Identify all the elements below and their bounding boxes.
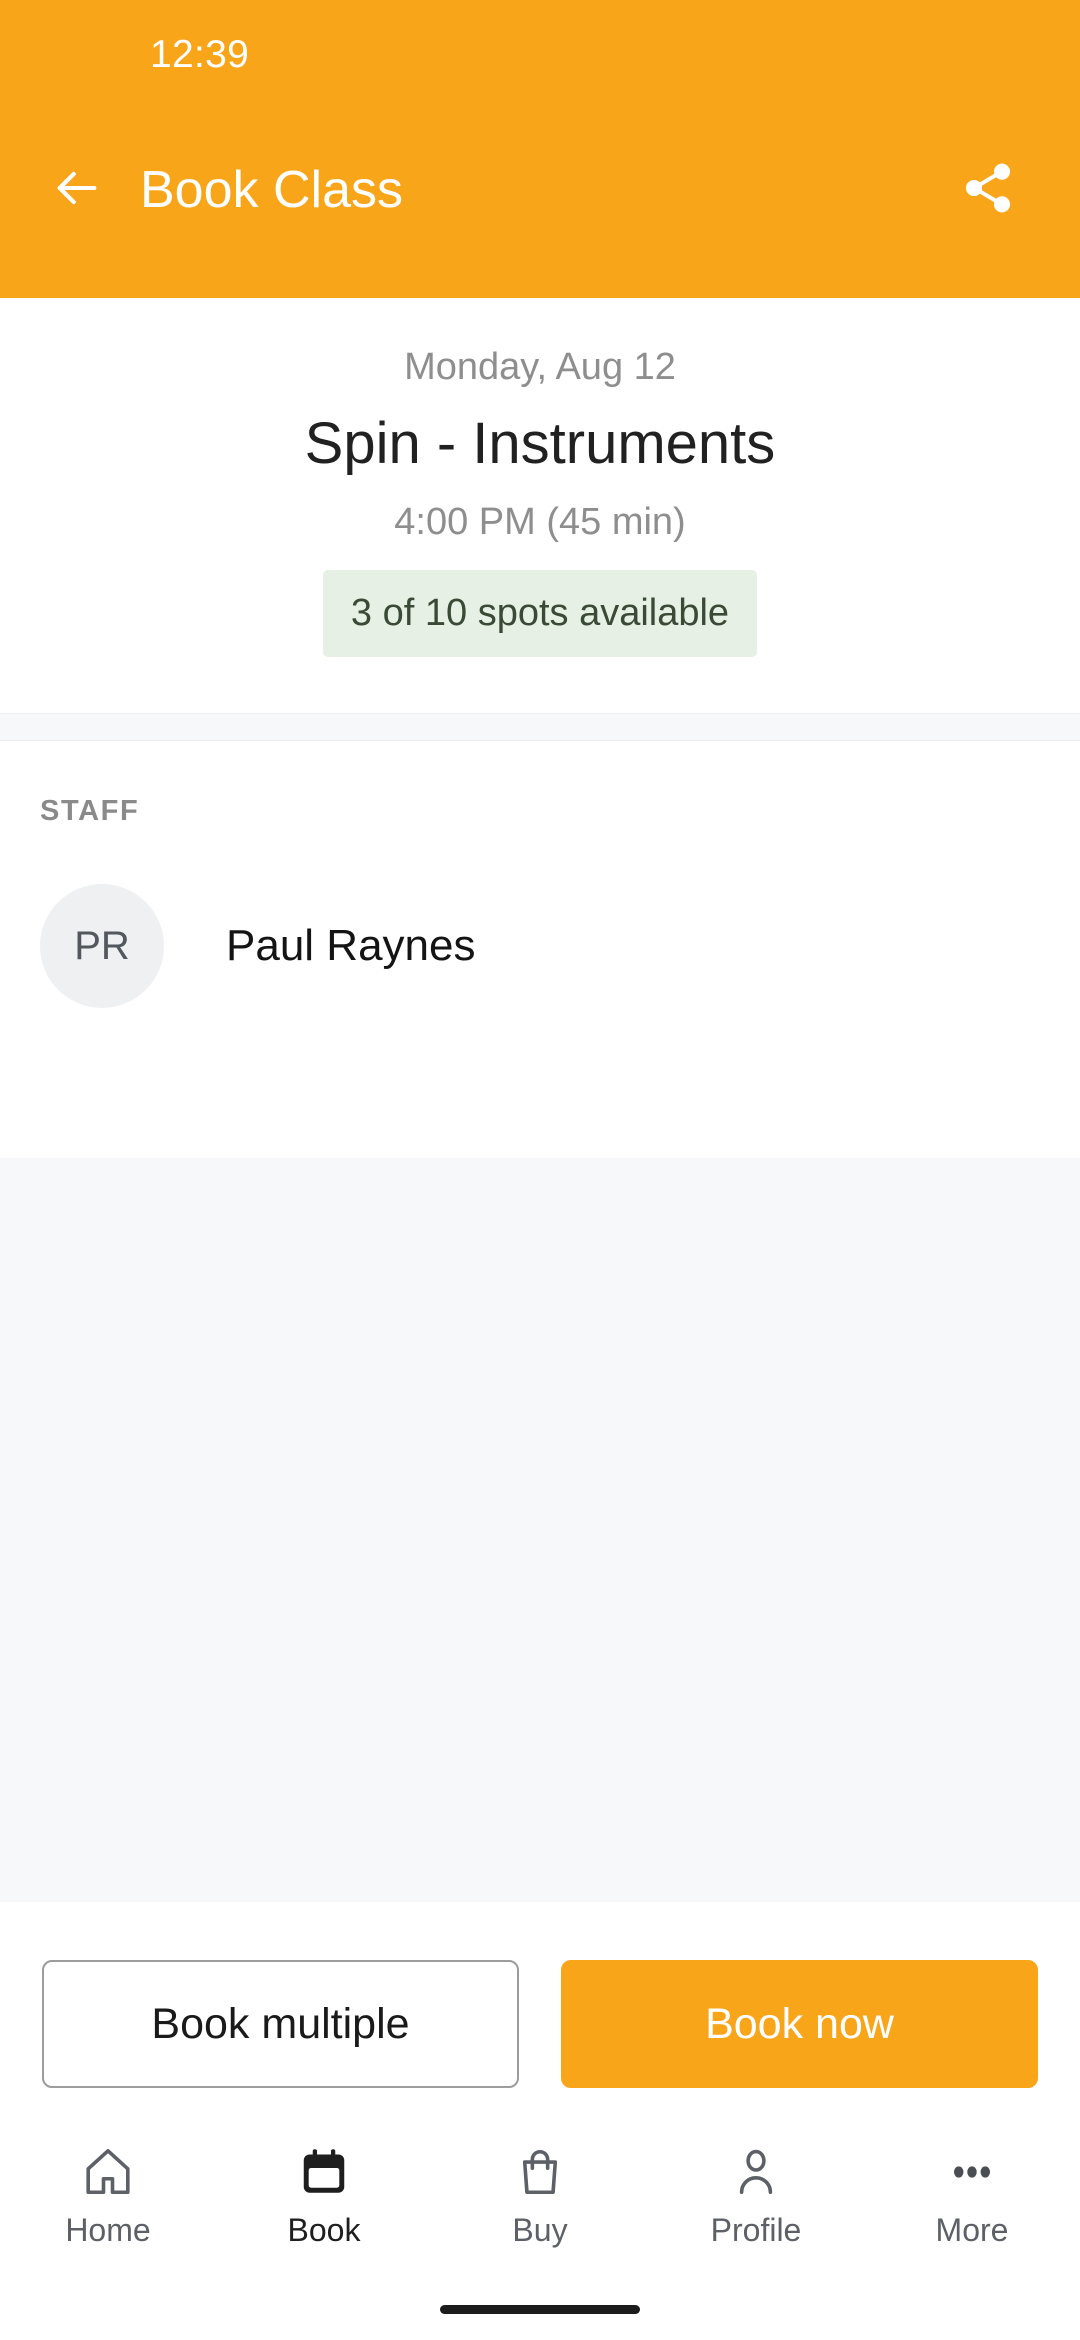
shopping-bag-icon xyxy=(513,2136,567,2208)
nav-item-profile[interactable]: Profile xyxy=(648,2136,864,2246)
app-bar: Book Class xyxy=(0,110,1080,270)
status-bar-clock: 12:39 xyxy=(150,33,250,76)
nav-label-book: Book xyxy=(287,2212,361,2248)
class-time-duration: 4:00 PM (45 min) xyxy=(394,501,686,544)
app-bar-region: 12:39 Book Class xyxy=(0,0,1080,298)
staff-list-item[interactable]: PR Paul Raynes xyxy=(40,884,1040,1158)
section-divider xyxy=(0,713,1080,742)
staff-section: STAFF PR Paul Raynes xyxy=(0,741,1080,1159)
nav-item-home[interactable]: Home xyxy=(0,2136,216,2246)
class-summary-card: Monday, Aug 12 Spin - Instruments 4:00 P… xyxy=(0,298,1080,714)
arrow-left-icon xyxy=(51,162,103,219)
calendar-icon xyxy=(297,2136,351,2208)
book-now-button[interactable]: Book now xyxy=(561,1960,1038,2088)
status-bar: 12:39 xyxy=(0,0,1080,110)
nav-label-more: More xyxy=(935,2212,1009,2248)
book-multiple-button[interactable]: Book multiple xyxy=(42,1960,519,2088)
nav-item-book[interactable]: Book xyxy=(216,2136,432,2246)
class-title: Spin - Instruments xyxy=(304,411,776,476)
content-empty-area xyxy=(0,1158,1080,1902)
action-bar: Book multiple Book now xyxy=(0,1902,1080,2128)
home-icon xyxy=(81,2136,135,2208)
share-button[interactable] xyxy=(948,150,1028,230)
back-button[interactable] xyxy=(40,153,114,227)
home-indicator-area xyxy=(0,2278,1080,2340)
ellipsis-icon xyxy=(945,2136,999,2208)
avatar: PR xyxy=(40,884,164,1009)
page-title: Book Class xyxy=(140,161,403,219)
nav-item-more[interactable]: More xyxy=(864,2136,1080,2246)
nav-label-home: Home xyxy=(65,2212,151,2248)
staff-name: Paul Raynes xyxy=(226,921,476,971)
nav-label-profile: Profile xyxy=(710,2212,802,2248)
spots-badge-container: 3 of 10 spots available xyxy=(40,570,1040,658)
nav-label-buy: Buy xyxy=(512,2212,568,2248)
nav-item-buy[interactable]: Buy xyxy=(432,2136,648,2246)
staff-section-label: STAFF xyxy=(40,795,140,828)
class-date: Monday, Aug 12 xyxy=(404,346,676,388)
bottom-navigation: Home Book Buy Profile More xyxy=(0,2128,1080,2278)
home-indicator[interactable] xyxy=(440,2304,640,2314)
share-icon xyxy=(960,160,1016,221)
book-class-screen: 12:39 Book Class Monday, Aug 12 Spin - I… xyxy=(0,0,1080,2340)
spots-availability-badge: 3 of 10 spots available xyxy=(322,570,758,658)
person-icon xyxy=(729,2136,783,2208)
